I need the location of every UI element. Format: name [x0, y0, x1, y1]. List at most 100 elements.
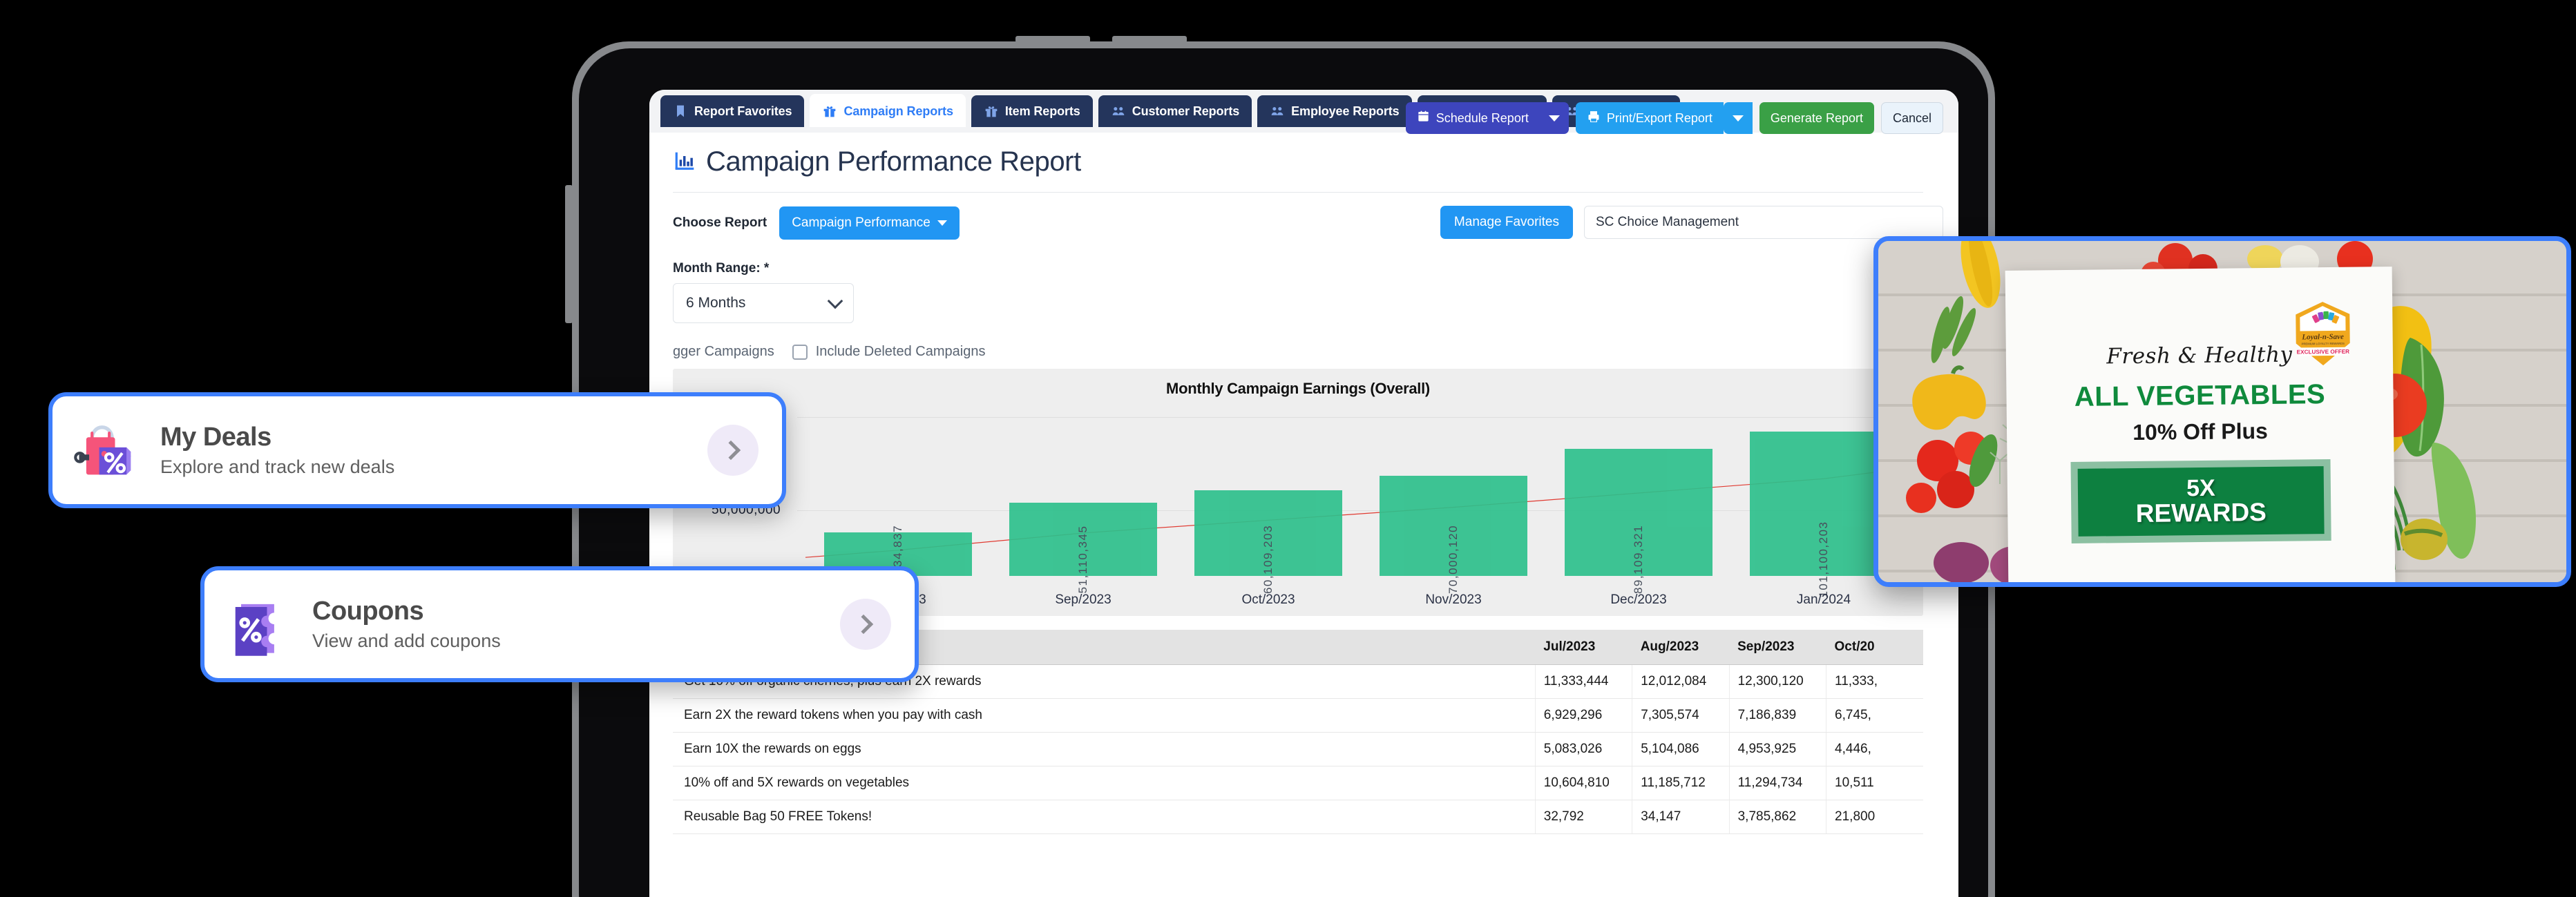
my-deals-subtitle: Explore and track new deals [160, 456, 395, 477]
table-cell-value: 7,305,574 [1632, 698, 1730, 733]
table-cell-value: 12,012,084 [1632, 664, 1730, 699]
favorites-and-store-row: Manage Favorites SC Choice Management [1440, 206, 1943, 239]
gift-icon [984, 104, 999, 118]
promo-rewards-inner: 5X REWARDS [2077, 466, 2325, 537]
table-cell-value: 4,953,925 [1728, 732, 1826, 766]
tab-employee-reports[interactable]: Employee Reports [1257, 95, 1412, 127]
month-range-value: 6 Months [686, 295, 746, 311]
table-row[interactable]: Reusable Bag 50 FREE Tokens! 32,792 34,147… [673, 800, 1923, 834]
choose-report-dropdown[interactable]: Campaign Performance [779, 206, 960, 240]
coupon-percent-icon [222, 588, 294, 660]
coupons-card[interactable]: Coupons View and add coupons [200, 566, 919, 682]
table-cell-value: 5,083,026 [1534, 732, 1632, 766]
loyal-n-save-badge-icon: Loyal-n-Save PREMIUM LOYALTY REWARDS EXC… [2293, 300, 2353, 367]
table-row[interactable]: Earn 10X the rewards on eggs 5,083,026 5,1… [673, 732, 1923, 766]
table-cell-value: 11,333,444 [1534, 664, 1632, 699]
people-icon [1111, 104, 1126, 118]
chart-bar[interactable]: 70,000,120 Nov/2023 [1379, 476, 1528, 607]
print-export-report-label: Print/Export Report [1606, 110, 1712, 125]
schedule-report-label: Schedule Report [1435, 110, 1529, 125]
chart-bar[interactable]: 60,109,203 Oct/2023 [1194, 490, 1343, 607]
chart-bar[interactable]: 51,110,345 Sep/2023 [1009, 503, 1158, 607]
page-title: Campaign Performance Report [706, 146, 1081, 177]
coupons-title: Coupons [312, 597, 424, 626]
tab-campaign-reports[interactable]: Campaign Reports [810, 95, 966, 127]
store-selector-input[interactable]: SC Choice Management [1584, 206, 1943, 239]
print-export-report-button[interactable]: Print/Export Report [1575, 102, 1724, 134]
table-row[interactable]: Earn 2X the reward tokens when you pay w… [673, 698, 1923, 733]
vegetables-promo-card[interactable]: Fresh & Healthy ALL VEGETABLES 10% Off P… [1873, 236, 2571, 587]
table-cell-value: 6,745, [1826, 698, 1923, 733]
table-row[interactable]: 10% off and 5X rewards on vegetables 10,6… [673, 766, 1923, 800]
caret-down-icon [937, 220, 947, 226]
people-icon [1270, 104, 1285, 118]
choose-report-row: Choose Report Campaign Performance [673, 206, 960, 240]
promo-rewards-box: 5X REWARDS [2070, 459, 2331, 543]
include-deleted-campaigns-checkbox-item[interactable]: Include Deleted Campaigns [792, 344, 985, 360]
promo-headline: ALL VEGETABLES [2074, 379, 2326, 412]
caret-down-icon [1732, 115, 1744, 122]
month-range-select[interactable]: 6 Months [673, 283, 854, 323]
tab-label: Employee Reports [1291, 104, 1400, 118]
printer-icon [1587, 110, 1601, 127]
shopping-bag-percent-icon [70, 414, 142, 486]
trigger-campaigns-checkbox-item[interactable]: gger Campaigns [673, 344, 774, 360]
promo-box-line1: 5X [2186, 474, 2215, 502]
chevron-right-icon[interactable] [707, 425, 759, 476]
chart-xtick-label: Sep/2023 [1055, 592, 1112, 607]
tab-item-reports[interactable]: Item Reports [971, 95, 1093, 127]
table-cell-name: Reusable Bag 50 FREE Tokens! [673, 800, 1536, 834]
generate-report-button[interactable]: Generate Report [1759, 102, 1874, 134]
print-export-dropdown[interactable] [1723, 102, 1753, 134]
table-cell-value: 7,186,839 [1728, 698, 1826, 733]
generate-report-label: Generate Report [1770, 110, 1863, 125]
tab-label: Campaign Reports [843, 104, 953, 118]
volume-up-button[interactable] [1015, 36, 1090, 43]
tab-report-favorites[interactable]: Report Favorites [660, 95, 805, 127]
manage-favorites-button[interactable]: Manage Favorites [1440, 206, 1573, 239]
coupons-text: Coupons View and add coupons [312, 597, 501, 652]
coupons-subtitle: View and add coupons [312, 630, 501, 651]
chart-bar-value-label: 101,100,203 [1816, 521, 1830, 598]
cancel-label: Cancel [1892, 110, 1931, 125]
schedule-report-button[interactable]: Schedule Report [1405, 102, 1540, 134]
badge-ribbon-text: EXCLUSIVE OFFER [2297, 349, 2350, 356]
chart-xtick-label: Dec/2023 [1610, 592, 1667, 607]
table-cell-value: 21,800 [1826, 800, 1923, 834]
my-deals-card[interactable]: My Deals Explore and track new deals [48, 392, 786, 508]
promo-paper: Fresh & Healthy ALL VEGETABLES 10% Off P… [2005, 267, 2396, 582]
chevron-right-icon[interactable] [840, 599, 891, 650]
caret-down-icon [1548, 115, 1560, 122]
tab-label: Report Favorites [694, 104, 792, 118]
promo-subline: 10% Off Plus [2133, 418, 2269, 445]
volume-down-button[interactable] [1112, 36, 1187, 43]
power-button[interactable] [565, 185, 573, 323]
tab-customer-reports[interactable]: Customer Reports [1098, 95, 1252, 127]
header-action-buttons: Schedule Report Print/Export Report Gene… [1405, 102, 1943, 134]
chart-xtick-label: Jan/2024 [1796, 592, 1851, 607]
table-cell-value: 5,104,086 [1632, 732, 1730, 766]
column-header-oct-2023[interactable]: Oct/20 [1826, 630, 1923, 665]
chart-bar[interactable]: 89,109,321 Dec/2023 [1564, 448, 1713, 607]
chart-bar-value-label: 70,000,120 [1446, 524, 1460, 595]
schedule-report-dropdown[interactable] [1539, 102, 1569, 134]
promo-box-line2: REWARDS [2135, 498, 2267, 528]
badge-tagline-text: PREMIUM LOYALTY REWARDS [2302, 342, 2345, 346]
table-body: Get 10% off organic cherries, plus earn … [673, 664, 1923, 834]
table-cell-value: 6,929,296 [1534, 698, 1632, 733]
table-cell-value: 10,511 [1826, 766, 1923, 800]
my-deals-text: My Deals Explore and track new deals [160, 423, 394, 478]
schedule-report-group: Schedule Report [1405, 102, 1569, 134]
chart-bar-value-label: 89,109,321 [1631, 524, 1645, 595]
chevron-down-icon [827, 293, 843, 309]
month-range-label: Month Range: * [673, 261, 770, 276]
cancel-button[interactable]: Cancel [1880, 102, 1943, 134]
column-header-aug-2023[interactable]: Aug/2023 [1632, 630, 1730, 665]
checkbox-icon[interactable] [792, 344, 808, 360]
table-cell-value: 3,785,862 [1728, 800, 1826, 834]
table-cell-name: Earn 2X the reward tokens when you pay w… [673, 698, 1536, 733]
chart-plot-area: 30,234,837Aug/202351,110,345Sep/202360,1… [805, 412, 1916, 607]
store-selector-value: SC Choice Management [1596, 215, 1739, 229]
column-header-jul-2023[interactable]: Jul/2023 [1535, 630, 1632, 665]
column-header-sep-2023[interactable]: Sep/2023 [1729, 630, 1826, 665]
